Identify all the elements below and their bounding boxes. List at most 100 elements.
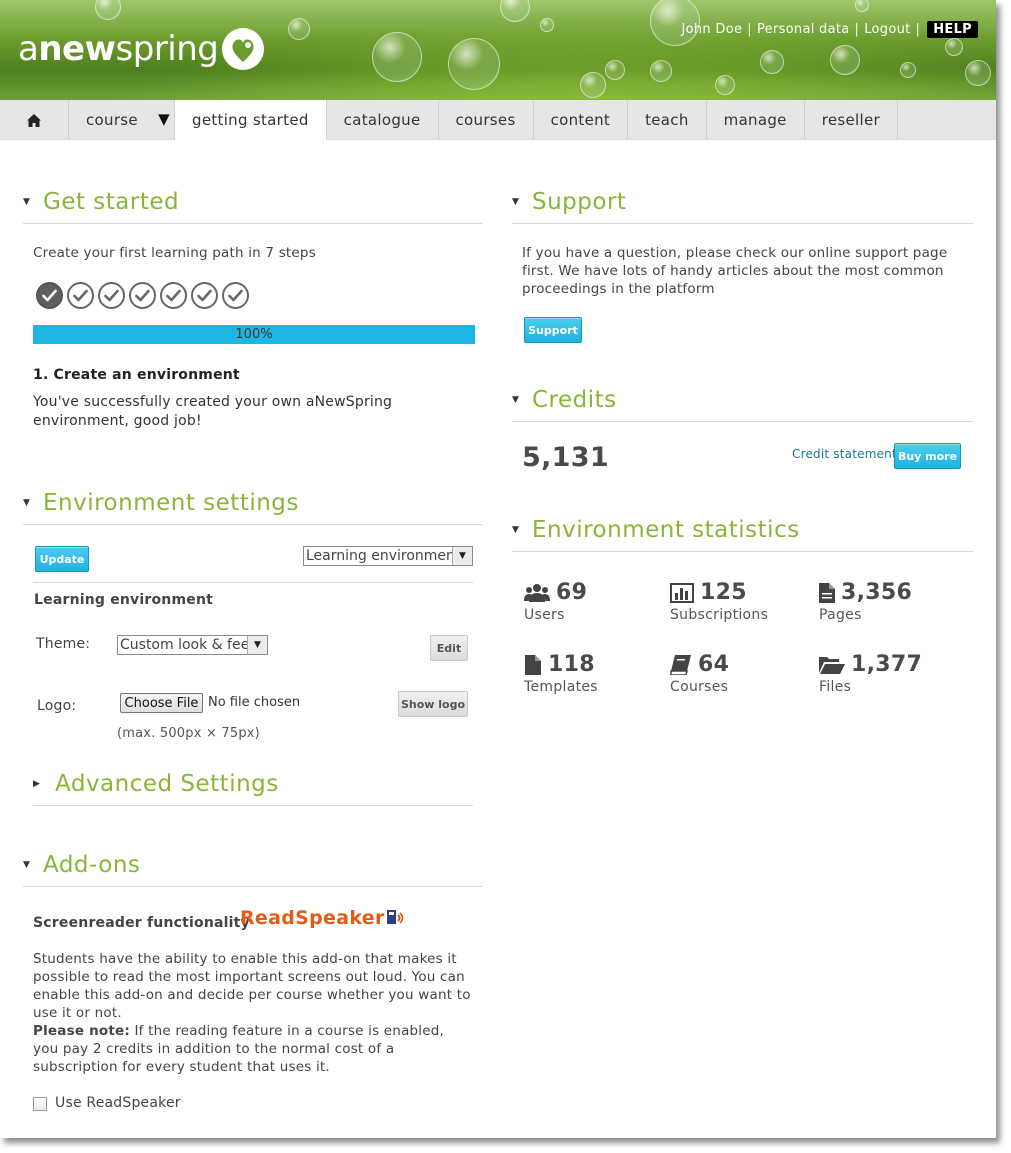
choose-file-button[interactable]: Choose File [120, 693, 203, 713]
separator: | [747, 22, 752, 37]
nav-content[interactable]: content [534, 100, 629, 140]
step-2-checkmark-icon[interactable] [67, 282, 94, 309]
settings-subheading: Learning environment [34, 592, 214, 608]
section-title: Credits [532, 386, 617, 413]
user-name-link[interactable]: John Doe [682, 22, 743, 37]
app-window: a new spring John Doe | Personal data | Lo… [0, 0, 996, 1138]
addon-note: Please note: If the reading feature in a… [33, 1022, 473, 1076]
addons-header[interactable]: ▼ Add-ons [23, 843, 483, 887]
theme-label: Theme: [36, 636, 91, 652]
speaker-icon [386, 910, 403, 924]
nav-label: catalogue [343, 111, 421, 129]
user-links: John Doe | Personal data | Logout | HELP [682, 21, 978, 38]
section-title: Get started [43, 188, 180, 215]
get-started-subtitle: Create your first learning path in 7 ste… [33, 245, 316, 261]
bar-chart-icon [670, 582, 694, 603]
stat-value: 118 [548, 652, 595, 677]
stat-label: Pages [819, 607, 862, 623]
credits-header[interactable]: ▼ Credits [512, 378, 973, 422]
step-4-checkmark-icon[interactable] [129, 282, 156, 309]
logo-mark-icon [222, 28, 265, 70]
stat-label: Courses [670, 679, 729, 695]
logo-text-a: a [18, 29, 39, 69]
nav-label: courses [455, 111, 516, 129]
nav-reseller[interactable]: reseller [805, 100, 898, 140]
section-title: Add-ons [43, 851, 141, 878]
book-icon [670, 654, 691, 675]
advanced-settings-header[interactable]: ▶ Advanced Settings [33, 762, 473, 806]
show-logo-button[interactable]: Show logo [398, 691, 468, 717]
nav-label: manage [723, 111, 787, 129]
nav-catalogue[interactable]: catalogue [327, 100, 439, 140]
stat-subscriptions: 125 Subscriptions [670, 580, 768, 623]
collapse-triangle-icon[interactable]: ▼ [512, 525, 532, 535]
readspeaker-logo: ReadSpeaker [240, 907, 406, 929]
readspeaker-logo-text: ReadSpeaker [240, 907, 385, 929]
update-button[interactable]: Update [35, 546, 89, 572]
stat-value: 64 [698, 652, 730, 677]
personal-data-link[interactable]: Personal data [757, 22, 850, 37]
help-button[interactable]: HELP [927, 21, 978, 38]
select-value: Learning environment [306, 548, 452, 564]
nav-getting-started[interactable]: getting started [175, 100, 327, 140]
nav-courses[interactable]: courses [439, 100, 534, 140]
step-1-checkmark-icon[interactable] [36, 282, 63, 309]
section-title: Environment settings [43, 489, 299, 516]
collapse-triangle-icon[interactable]: ▼ [512, 197, 532, 207]
nav-label: getting started [192, 111, 309, 129]
stat-label: Templates [524, 679, 598, 695]
credits-amount: 5,131 [522, 442, 609, 473]
stat-users: 69 Users [524, 580, 587, 623]
nav-teach[interactable]: teach [628, 100, 707, 140]
stat-courses: 64 Courses [670, 652, 729, 695]
checkbox-label: Use ReadSpeaker [55, 1095, 181, 1111]
app-logo[interactable]: a new spring [18, 28, 265, 70]
step-7-checkmark-icon[interactable] [222, 282, 249, 309]
stat-value: 3,356 [841, 580, 913, 605]
header-banner: a new spring John Doe | Personal data | Lo… [0, 0, 996, 100]
nav-home[interactable] [0, 100, 69, 140]
section-title: Advanced Settings [55, 770, 279, 797]
collapse-triangle-icon[interactable]: ▼ [23, 197, 43, 207]
collapse-triangle-icon[interactable]: ▼ [23, 860, 43, 870]
nav-label: content [550, 111, 611, 129]
support-button[interactable]: Support [524, 317, 582, 343]
nav-manage[interactable]: manage [707, 100, 805, 140]
support-header[interactable]: ▼ Support [512, 180, 973, 224]
theme-select[interactable]: Custom look & feel ▼ [117, 635, 268, 655]
progress-bar: 100% [33, 325, 475, 344]
step-text: You've successfully created your own aNe… [33, 394, 393, 429]
chevron-down-icon[interactable]: ▼ [158, 110, 170, 128]
collapse-triangle-icon[interactable]: ▼ [512, 395, 532, 405]
logout-link[interactable]: Logout [864, 22, 910, 37]
home-icon [27, 113, 41, 127]
step-5-checkmark-icon[interactable] [160, 282, 187, 309]
buy-more-button[interactable]: Buy more [894, 443, 961, 469]
credit-statement-link[interactable]: Credit statement [792, 447, 897, 461]
chevron-down-icon: ▼ [247, 636, 267, 654]
environment-settings-header[interactable]: ▼ Environment settings [23, 481, 483, 525]
nav-label: teach [645, 111, 689, 129]
use-readspeaker-checkbox[interactable] [33, 1097, 47, 1111]
get-started-header[interactable]: ▼ Get started [23, 180, 483, 224]
step-6-checkmark-icon[interactable] [191, 282, 218, 309]
statistics-header[interactable]: ▼ Environment statistics [512, 508, 973, 552]
environment-selector[interactable]: Learning environment ▼ [303, 546, 473, 566]
logo-hint: (max. 500px × 75px) [117, 726, 260, 741]
note-label: Please note: [33, 1023, 130, 1039]
step-3-checkmark-icon[interactable] [98, 282, 125, 309]
stat-files: 1,377 Files [819, 652, 922, 695]
logo-label: Logo: [37, 698, 77, 714]
folder-open-icon [819, 656, 845, 674]
expand-triangle-icon[interactable]: ▶ [33, 779, 55, 789]
nav-label: reseller [821, 111, 880, 129]
stat-value: 125 [700, 580, 747, 605]
nav-course[interactable]: course ▼ [69, 100, 175, 140]
edit-theme-button[interactable]: Edit [430, 635, 468, 661]
section-title: Environment statistics [532, 516, 800, 543]
stat-templates: 118 Templates [524, 652, 598, 695]
stat-label: Subscriptions [670, 607, 769, 623]
collapse-triangle-icon[interactable]: ▼ [23, 498, 43, 508]
select-value: Custom look & feel [120, 637, 247, 653]
page-icon [819, 582, 835, 603]
